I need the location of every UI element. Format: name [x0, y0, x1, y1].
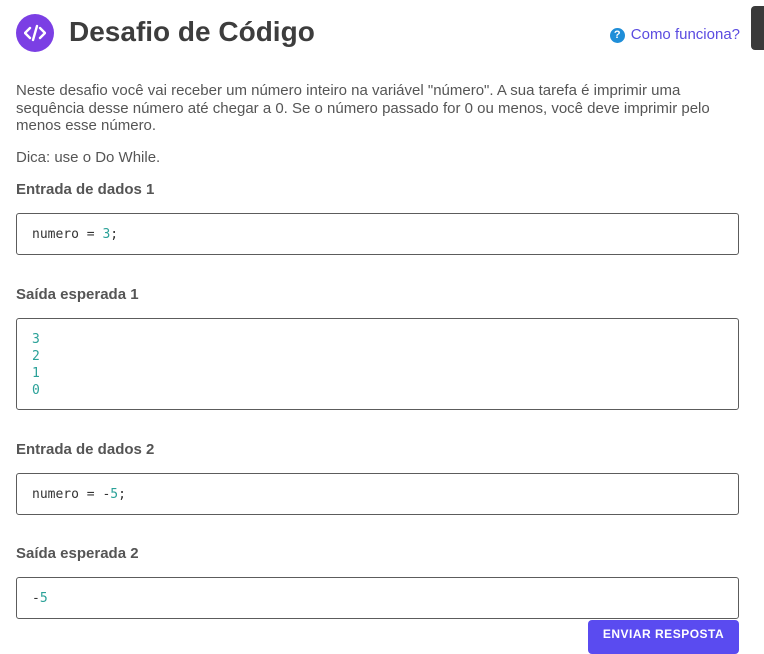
challenge-description: Neste desafio você vai receber um número…: [16, 82, 710, 134]
how-it-works-link[interactable]: ? Como funciona?: [609, 26, 740, 43]
output-line: 2: [32, 349, 40, 364]
input-label-1: Entrada de dados 1: [16, 181, 155, 198]
header: Desafio de Código ? Como funciona?: [16, 14, 740, 54]
submit-answer-button[interactable]: ENVIAR RESPOSTA: [588, 620, 739, 654]
code-icon: [16, 14, 54, 52]
input-label-2: Entrada de dados 2: [16, 441, 155, 458]
input-box-1: numero = 3;: [16, 213, 739, 255]
output-line: 1: [32, 366, 40, 381]
code-line: numero = -5;: [32, 487, 126, 502]
output-box-1: 3 2 1 0: [16, 318, 739, 410]
challenge-tip: Dica: use o Do While.: [16, 149, 161, 166]
output-label-1: Saída esperada 1: [16, 286, 139, 303]
output-line: -5: [32, 591, 48, 606]
output-label-2: Saída esperada 2: [16, 545, 139, 562]
page-title: Desafio de Código: [69, 16, 315, 47]
side-panel-tab[interactable]: [751, 6, 764, 50]
input-box-2: numero = -5;: [16, 473, 739, 515]
how-it-works-label: Como funciona?: [630, 26, 740, 43]
output-box-2: -5: [16, 577, 739, 619]
output-line: 3: [32, 332, 40, 347]
code-line: numero = 3;: [32, 227, 119, 242]
output-line: 0: [32, 383, 40, 398]
question-circle-icon: ?: [609, 28, 625, 43]
